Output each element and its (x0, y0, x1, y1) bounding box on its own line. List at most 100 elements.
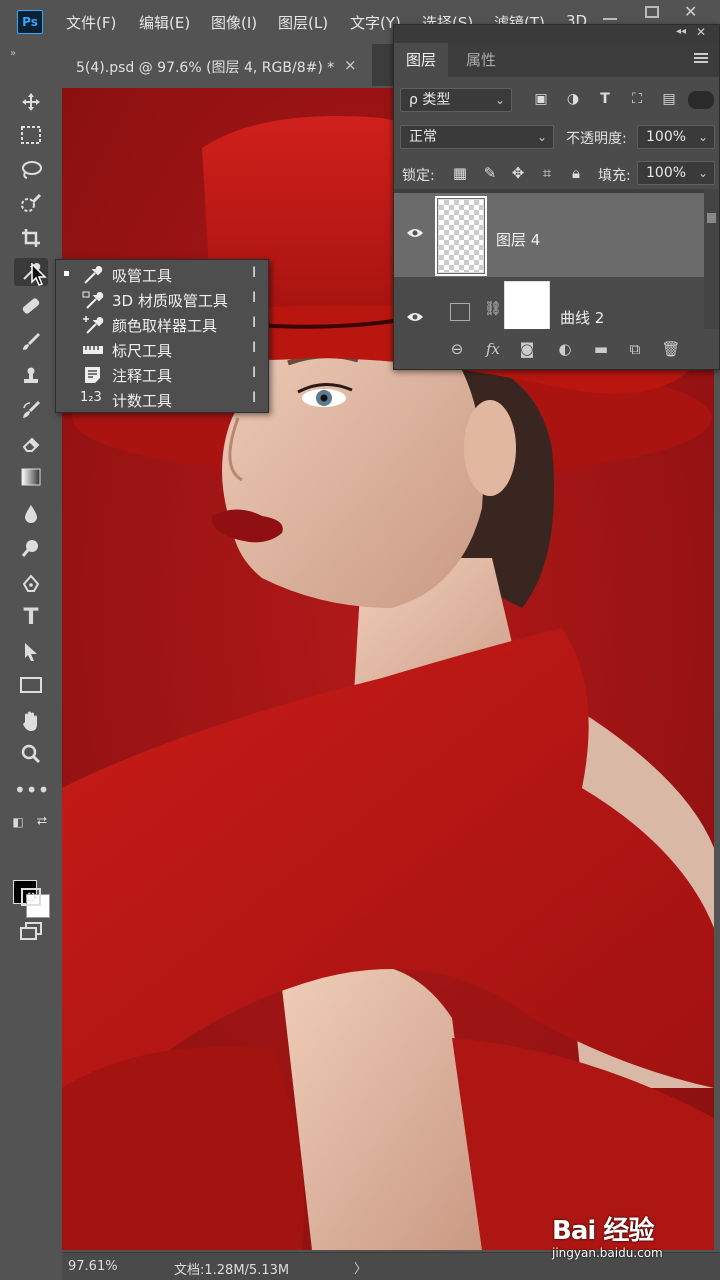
blend-mode-value: 正常 (409, 129, 437, 145)
minimize-icon[interactable] (603, 8, 617, 20)
swap-colors-icon[interactable]: ⮂ (32, 808, 52, 836)
layer-name[interactable]: 图层 4 (496, 229, 540, 250)
lock-all-icon[interactable]: 🔒︎ (566, 164, 586, 184)
history-brush-tool-icon[interactable] (14, 396, 48, 424)
healing-brush-tool-icon[interactable] (14, 292, 48, 320)
pen-tool-icon[interactable] (14, 570, 48, 598)
visibility-eye-icon[interactable] (406, 227, 424, 239)
photoshop-logo[interactable]: Ps (17, 10, 43, 34)
close-document-icon[interactable]: × (344, 56, 357, 74)
quick-mask-icon[interactable] (14, 884, 48, 912)
flyout-label: 3D 材质吸管工具 (112, 292, 228, 310)
filter-shape-icon[interactable]: ⛶ (628, 91, 646, 109)
shortcut-key: I (252, 315, 257, 331)
link-layers-icon[interactable]: ⊖ (446, 339, 468, 359)
flyout-item-3d-material-eyedropper[interactable]: 3D 材质吸管工具 I (56, 287, 268, 312)
flyout-item-ruler[interactable]: 标尺工具 I (56, 337, 268, 362)
fx-icon[interactable]: fx (482, 339, 504, 359)
quick-selection-tool-icon[interactable] (14, 190, 48, 218)
panel-collapse-icon[interactable]: ◂◂ (676, 26, 686, 37)
document-tab-bar: 5(4).psd @ 97.6% (图层 4, RGB/8#) * × (62, 44, 396, 86)
layers-panel: ◂◂ ✕ 图层 属性 ρ 类型 ⌄ ▣ ◑ T ⛶ ▤ 正常 ⌄ 不透明度: 1… (393, 24, 720, 370)
screen-mode-icon[interactable] (14, 918, 48, 946)
more-tools-icon[interactable]: ••• (14, 776, 49, 804)
dodge-tool-icon[interactable] (14, 534, 48, 562)
layer-row[interactable]: 图层 4 (394, 193, 704, 277)
filter-toggle-icon[interactable] (688, 91, 714, 109)
lock-artboard-icon[interactable]: ⌗ (537, 164, 557, 184)
lock-transparent-pixels-icon[interactable]: ▦ (450, 164, 470, 184)
trash-icon[interactable]: 🗑︎ (660, 339, 682, 359)
flyout-item-color-sampler[interactable]: 颜色取样器工具 I (56, 312, 268, 337)
baidu-watermark-url: jingyan.baidu.com (552, 1246, 663, 1260)
document-tab[interactable]: 5(4).psd @ 97.6% (图层 4, RGB/8#) * × (62, 44, 372, 86)
panel-close-icon[interactable]: ✕ (696, 25, 706, 39)
lasso-tool-icon[interactable] (14, 156, 48, 184)
flyout-label: 颜色取样器工具 (112, 317, 218, 335)
menu-layer[interactable]: 图层(L) (278, 12, 328, 33)
layers-panel-footer: ⊖ fx ◙ ◐ ▬ ⧉ 🗑︎ (394, 329, 719, 369)
crop-tool-icon[interactable] (14, 224, 48, 252)
scrollbar-thumb[interactable] (707, 213, 716, 223)
path-selection-tool-icon[interactable] (14, 638, 48, 666)
status-menu-arrow[interactable]: 〉 (354, 1258, 367, 1277)
blend-mode-select[interactable]: 正常 ⌄ (400, 125, 554, 149)
visibility-eye-icon[interactable] (406, 311, 424, 323)
layer-list-scrollbar[interactable] (704, 189, 719, 329)
shortcut-key: I (252, 265, 257, 281)
menu-edit[interactable]: 编辑(E) (139, 12, 190, 33)
filter-type-icon[interactable]: T (596, 91, 614, 109)
active-bullet-icon (64, 271, 69, 276)
layer-row[interactable]: ⛓ 曲线 2 (394, 277, 704, 329)
menu-image[interactable]: 图像(I) (211, 12, 257, 33)
lock-label: 锁定: (402, 168, 435, 184)
add-mask-icon[interactable]: ◙ (516, 339, 538, 359)
flyout-item-count[interactable]: 1₂3 计数工具 I (56, 387, 268, 412)
menu-file[interactable]: 文件(F) (66, 12, 116, 33)
lock-image-pixels-icon[interactable]: ✎ (480, 164, 500, 184)
move-tool-icon[interactable] (14, 88, 48, 116)
document-title: 5(4).psd @ 97.6% (图层 4, RGB/8#) * (76, 60, 335, 76)
flyout-item-eyedropper[interactable]: 吸管工具 I (56, 262, 268, 287)
opacity-value: 100% (646, 129, 687, 145)
filter-pixel-icon[interactable]: ▣ (532, 91, 550, 109)
panel-title-bar[interactable]: ◂◂ ✕ (394, 25, 719, 43)
layer-filter-select[interactable]: ρ 类型 ⌄ (400, 88, 512, 112)
panel-menu-icon[interactable] (694, 53, 708, 55)
adjustment-layer-icon[interactable]: ◐ (554, 339, 576, 359)
opacity-field[interactable]: 100% ⌄ (637, 125, 715, 149)
layer-name[interactable]: 曲线 2 (560, 307, 604, 328)
shortcut-key: I (252, 290, 257, 306)
lock-position-icon[interactable]: ✥ (508, 164, 528, 184)
clone-stamp-tool-icon[interactable] (14, 362, 48, 390)
tab-properties[interactable]: 属性 (454, 43, 508, 77)
new-layer-icon[interactable]: ⧉ (624, 339, 646, 359)
3d-material-eyedropper-icon (82, 290, 104, 310)
zoom-level[interactable]: 97.61% (68, 1259, 118, 1274)
blur-tool-icon[interactable] (14, 500, 48, 528)
close-window-icon[interactable]: ✕ (684, 2, 697, 21)
filter-adjustment-icon[interactable]: ◑ (564, 91, 582, 109)
filter-smart-object-icon[interactable]: ▤ (660, 91, 678, 109)
flyout-label: 标尺工具 (112, 342, 173, 360)
gradient-tool-icon[interactable] (14, 464, 48, 492)
flyout-label: 吸管工具 (112, 267, 173, 285)
flyout-item-note[interactable]: 注释工具 I (56, 362, 268, 387)
default-colors-icon[interactable]: ◧ (8, 808, 28, 836)
layer-mask-thumbnail[interactable] (504, 281, 550, 329)
fill-field[interactable]: 100% ⌄ (637, 161, 715, 185)
hand-tool-icon[interactable] (14, 706, 48, 734)
eraser-tool-icon[interactable] (14, 430, 48, 458)
maximize-icon[interactable] (645, 6, 659, 18)
tab-layers[interactable]: 图层 (394, 43, 449, 77)
rectangle-tool-icon[interactable] (14, 672, 48, 700)
link-icon[interactable]: ⛓ (484, 301, 502, 317)
new-group-icon[interactable]: ▬ (590, 339, 612, 359)
zoom-tool-icon[interactable] (14, 740, 48, 768)
brush-tool-icon[interactable] (14, 328, 48, 356)
layer-thumbnail[interactable] (435, 196, 487, 276)
collapse-icon[interactable]: » (10, 48, 16, 59)
marquee-tool-icon[interactable] (14, 122, 48, 150)
type-tool-icon[interactable]: T (14, 604, 48, 632)
shortcut-key: I (252, 365, 257, 381)
